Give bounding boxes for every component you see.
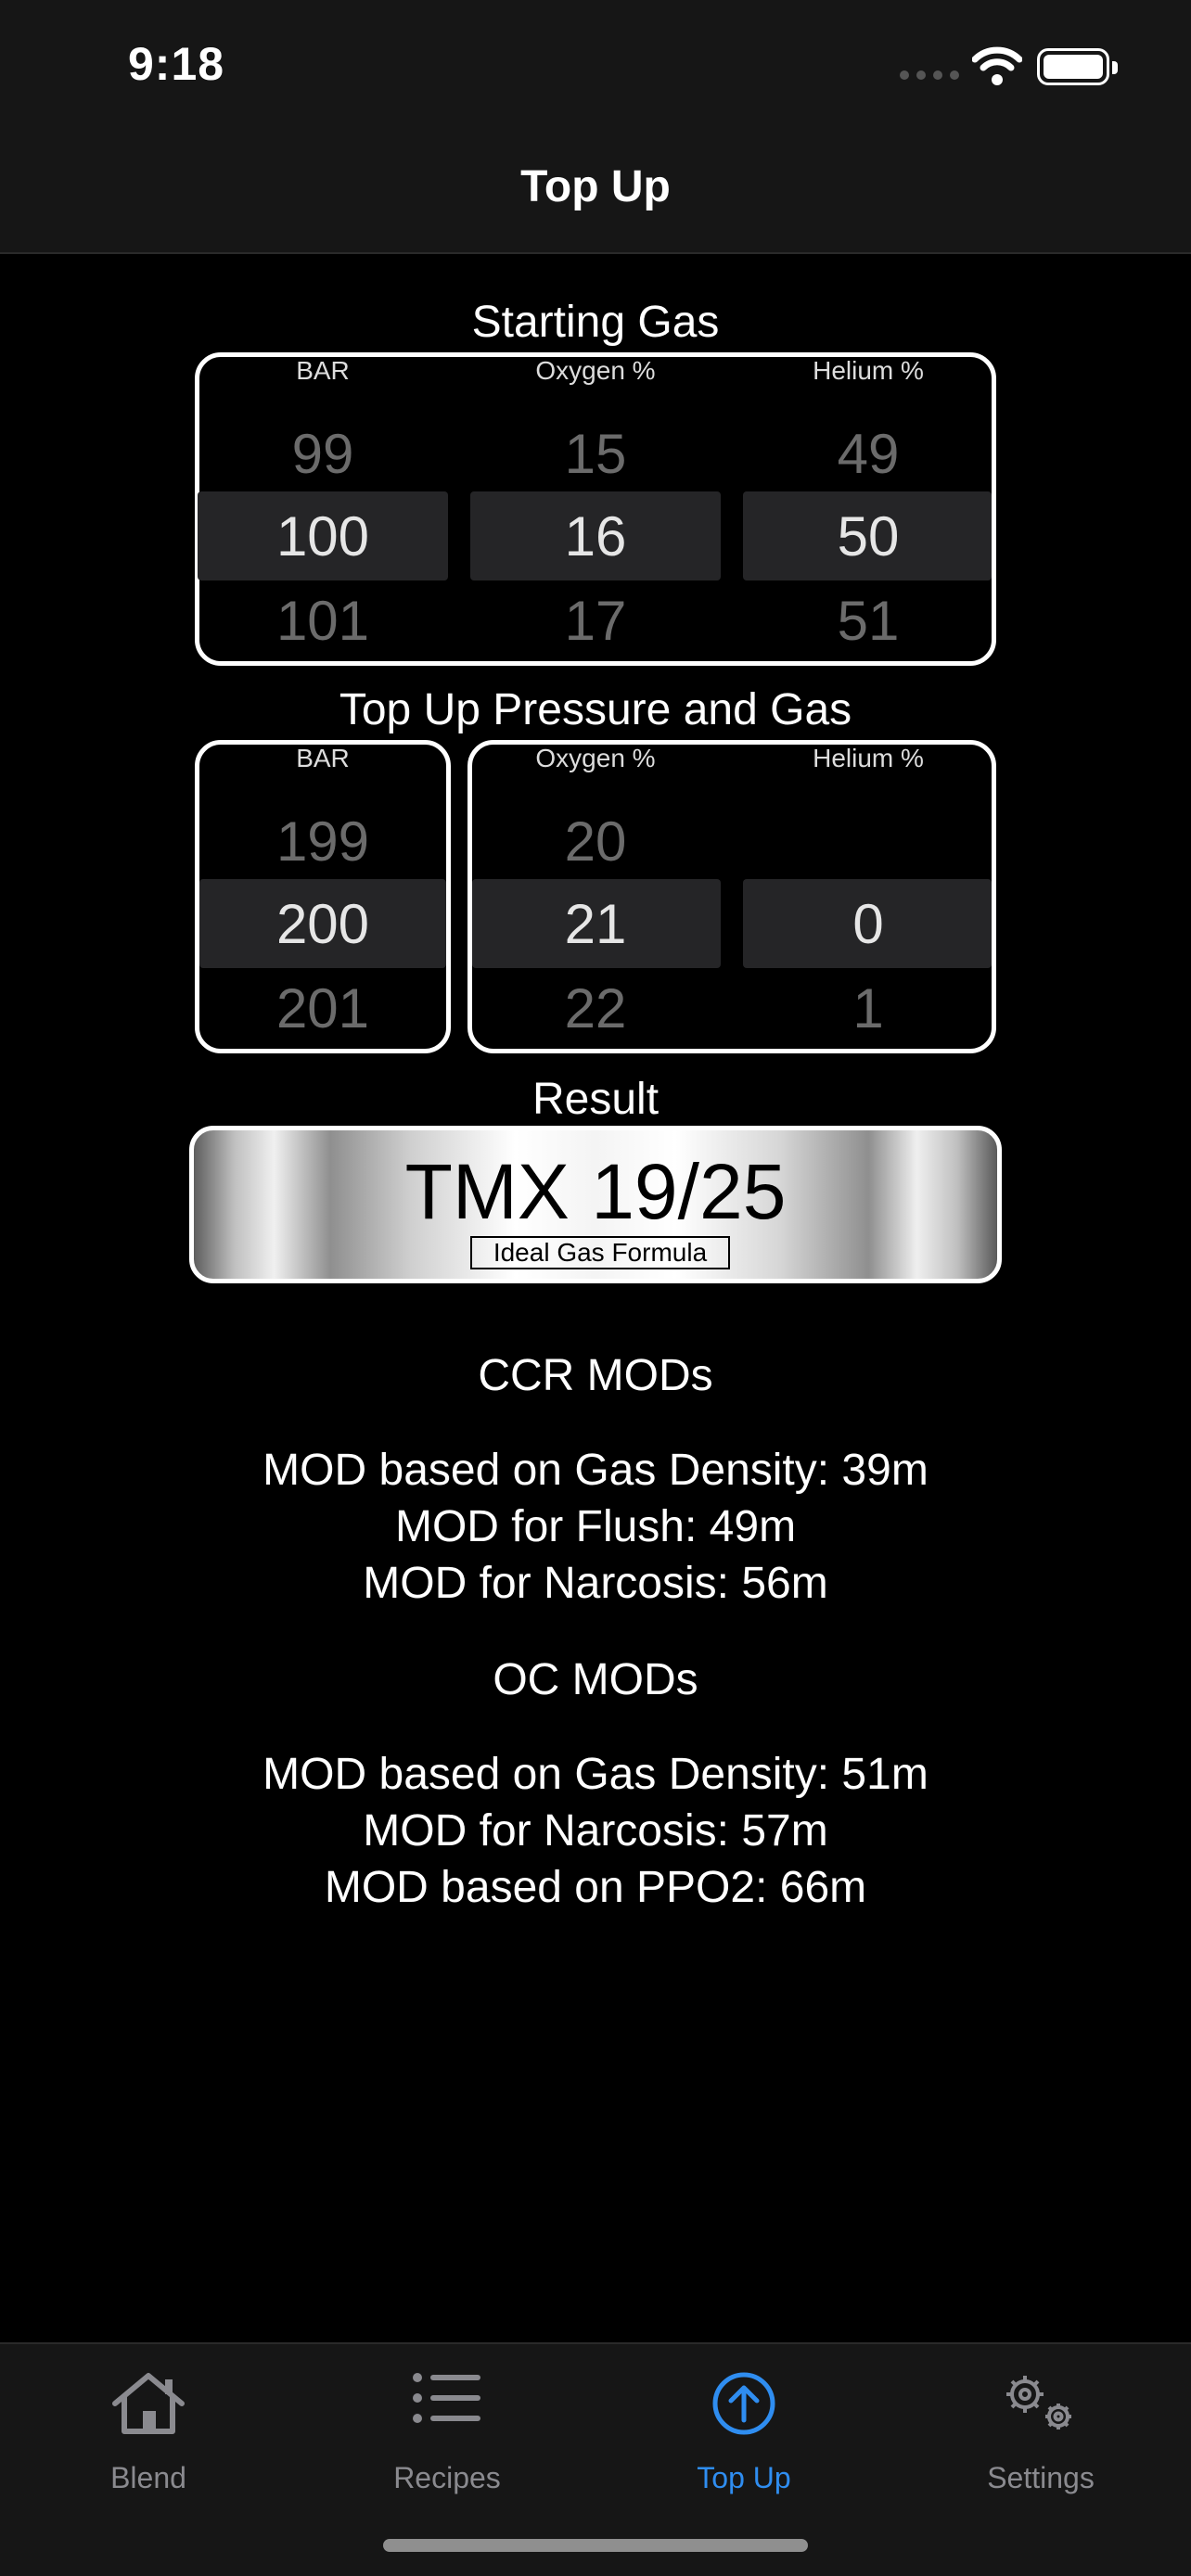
picker-value-below[interactable]: 1 <box>743 976 993 1040</box>
oc-mod-line: MOD for Narcosis: 57m <box>363 1806 828 1855</box>
picker-value-above[interactable]: 49 <box>743 422 993 486</box>
ccr-mods-heading: CCR MODs <box>478 1351 713 1400</box>
helium-column-header: Helium % <box>813 744 924 772</box>
picker-value-below[interactable]: 51 <box>743 589 993 653</box>
wifi-icon <box>972 46 1022 85</box>
picker-value-below[interactable]: 101 <box>198 589 448 653</box>
picker-value-selected[interactable]: 200 <box>198 892 448 956</box>
picker-value-selected[interactable]: 16 <box>470 504 721 568</box>
list-icon <box>413 2373 480 2423</box>
picker-value-above[interactable]: 20 <box>470 810 721 874</box>
picker-value-above[interactable]: 199 <box>198 810 448 874</box>
tab-top-up[interactable]: Top Up <box>642 2344 846 2502</box>
status-bar: 9:18 <box>0 0 1191 139</box>
result-panel: TMX 19/25 Ideal Gas Formula <box>189 1126 1002 1283</box>
arrow-up-circle-icon <box>712 2372 775 2435</box>
formula-badge: Ideal Gas Formula <box>470 1236 730 1269</box>
picker-value-below[interactable]: 201 <box>198 976 448 1040</box>
navigation-bar: Top Up <box>0 139 1191 254</box>
bar-column-header: BAR <box>296 356 350 385</box>
picker-value-selected[interactable]: 0 <box>743 892 993 956</box>
oxygen-column-header: Oxygen % <box>535 356 656 385</box>
house-icon <box>112 2373 185 2434</box>
picker-value-selected[interactable]: 50 <box>743 504 993 568</box>
status-time: 9:18 <box>128 38 225 90</box>
tab-recipes[interactable]: Recipes <box>345 2344 549 2502</box>
battery-icon <box>1037 48 1118 85</box>
picker-value-below[interactable]: 22 <box>470 976 721 1040</box>
picker-value-selected[interactable]: 21 <box>470 892 721 956</box>
gears-icon <box>1006 2376 1071 2429</box>
helium-column-header: Helium % <box>813 356 924 385</box>
tab-label: Settings <box>987 2461 1095 2494</box>
result-title: Result <box>531 1075 660 1124</box>
oc-mod-line: MOD based on Gas Density: 51m <box>263 1750 928 1799</box>
cellular-signal-icon <box>900 70 959 80</box>
tab-label: Recipes <box>393 2461 501 2494</box>
ccr-mod-line: MOD for Narcosis: 56m <box>363 1559 828 1608</box>
picker-value-above[interactable]: 15 <box>470 422 721 486</box>
picker-value-above[interactable]: 99 <box>198 422 448 486</box>
bar-column-header: BAR <box>296 744 350 772</box>
oc-mods-heading: OC MODs <box>493 1655 698 1704</box>
oc-mod-line: MOD based on PPO2: 66m <box>324 1863 867 1912</box>
tab-label: Blend <box>110 2461 186 2494</box>
top-up-title: Top Up Pressure and Gas <box>339 685 852 734</box>
oxygen-column-header: Oxygen % <box>535 744 656 772</box>
picker-value-selected[interactable]: 100 <box>198 504 448 568</box>
tab-label: Top Up <box>697 2461 791 2494</box>
home-indicator[interactable] <box>383 2539 808 2552</box>
tab-settings[interactable]: Settings <box>939 2344 1143 2502</box>
result-mix: TMX 19/25 <box>404 1148 787 1235</box>
ccr-mod-line: MOD based on Gas Density: 39m <box>263 1446 928 1495</box>
ccr-mod-line: MOD for Flush: 49m <box>394 1502 797 1551</box>
picker-value-below[interactable]: 17 <box>470 589 721 653</box>
starting-gas-title: Starting Gas <box>471 298 720 347</box>
page-title: Top Up <box>520 162 671 211</box>
tab-blend[interactable]: Blend <box>46 2344 250 2502</box>
